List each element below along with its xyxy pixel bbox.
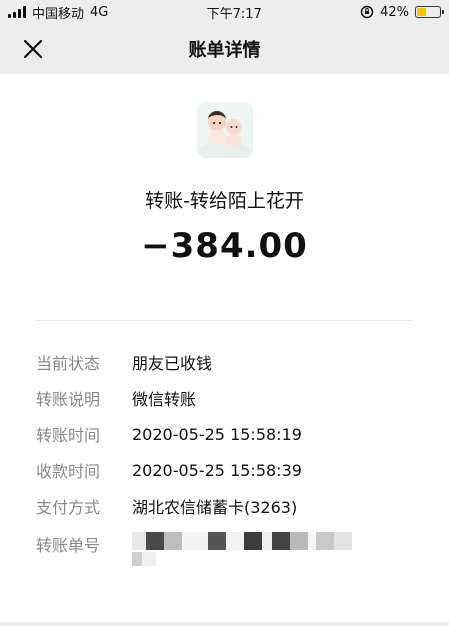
battery-icon [414, 6, 444, 18]
transfer-title: 转账-转给陌上花开 [145, 190, 304, 212]
order-number-label: 转账单号 [36, 536, 101, 555]
rotation-lock-icon [360, 5, 374, 19]
order-number-redacted [132, 532, 352, 566]
baby-photo-icon [196, 102, 253, 158]
receive-time-label: 收款时间 [36, 462, 101, 481]
payment-method-label: 支付方式 [36, 498, 101, 517]
divider [36, 320, 412, 321]
transfer-amount: −384.00 [141, 226, 308, 266]
carrier-label: 中国移动 [32, 6, 85, 22]
status-right: 42% [360, 4, 444, 20]
status-label: 当前状态 [36, 354, 101, 373]
detail-list: 当前状态 朋友已收钱 转账说明 微信转账 转账时间 2020-05-25 15:… [36, 344, 352, 572]
note-value: 微信转账 [132, 390, 197, 409]
detail-row-status: 当前状态 朋友已收钱 [36, 344, 352, 380]
detail-row-payment-method: 支付方式 湖北农信储蓄卡(3263) [36, 488, 352, 524]
transfer-time-label: 转账时间 [36, 426, 101, 445]
avatar[interactable] [196, 102, 253, 158]
detail-row-order-number: 转账单号 [36, 524, 352, 572]
pixelation-mask-2 [132, 552, 352, 566]
battery-percent: 42% [380, 4, 409, 20]
navbar: 账单详情 [0, 24, 449, 74]
detail-row-receive-time: 收款时间 2020-05-25 15:58:39 [36, 452, 352, 488]
note-label: 转账说明 [36, 390, 101, 409]
detail-row-transfer-time: 转账时间 2020-05-25 15:58:19 [36, 416, 352, 452]
payment-method-value: 湖北农信储蓄卡(3263) [132, 498, 298, 517]
pixelation-mask [132, 532, 352, 550]
bill-detail-card: 转账-转给陌上花开 −384.00 当前状态 朋友已收钱 转账说明 微信转账 转… [0, 74, 449, 622]
status-left: 中国移动 4G [8, 3, 108, 22]
status-bar: 中国移动 4G 下午7:17 42% [0, 0, 449, 24]
close-icon[interactable] [20, 36, 46, 62]
battery-fill [416, 8, 426, 16]
signal-icon [8, 6, 26, 18]
page-title: 账单详情 [188, 40, 261, 61]
network-label: 4G [90, 4, 109, 20]
receive-time-value: 2020-05-25 15:58:39 [132, 460, 302, 480]
status-value: 朋友已收钱 [132, 354, 213, 373]
clock: 下午7:17 [206, 6, 262, 22]
transfer-time-value: 2020-05-25 15:58:19 [132, 424, 302, 444]
detail-row-note: 转账说明 微信转账 [36, 380, 352, 416]
